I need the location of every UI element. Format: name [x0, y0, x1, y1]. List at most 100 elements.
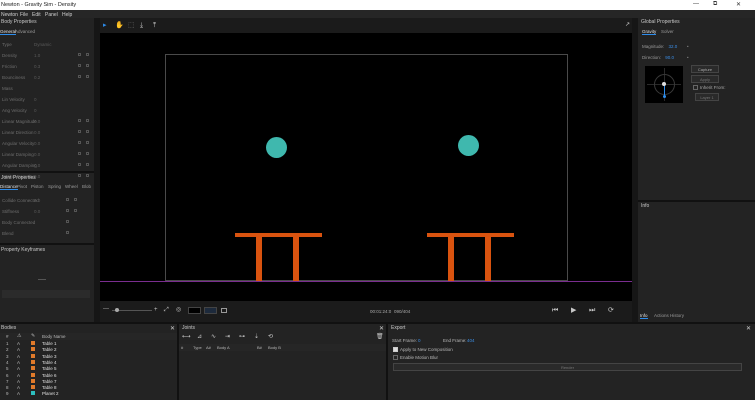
start-frame-value[interactable]: 0 [418, 338, 421, 343]
table-row[interactable]: 6 A Table 6 [0, 372, 177, 379]
prop-row[interactable]: Linear Magnitude 0.0 [0, 117, 92, 126]
menu-panel[interactable]: Panel [45, 12, 58, 18]
menu-help[interactable]: Help [62, 12, 72, 18]
gravity-handle[interactable] [663, 95, 666, 98]
reset-icon[interactable] [86, 141, 89, 144]
fit-icon[interactable]: ⤢ [164, 307, 169, 314]
end-frame-value[interactable]: 404 [467, 338, 475, 343]
tab-blob[interactable]: Blob [82, 184, 91, 189]
tab-advanced[interactable]: Advanced [15, 29, 35, 34]
reset-icon[interactable] [86, 174, 89, 177]
pivot-joint-icon[interactable]: ⊿ [197, 334, 202, 341]
table-row[interactable]: 1 A Table 1 [0, 341, 177, 347]
keyframe-toggle-icon[interactable] [66, 198, 69, 201]
tab-spring[interactable]: Spring [48, 184, 61, 189]
tab-actions-history[interactable]: Actions History [654, 313, 684, 318]
close-icon[interactable]: ✕ [736, 1, 741, 8]
keyframe-toggle-icon[interactable] [78, 119, 81, 122]
loop-icon[interactable]: ⟳ [608, 307, 614, 314]
apply-button[interactable]: Apply [691, 75, 719, 83]
frame-icon[interactable] [221, 308, 227, 313]
table-row[interactable]: 5 A Table 5 [0, 366, 177, 372]
prop-row[interactable]: Linear Direction 0.0 [0, 128, 92, 137]
tab-piston[interactable]: Piston [31, 184, 44, 189]
apply-new-comp-checkbox[interactable] [393, 347, 398, 352]
reset-icon[interactable] [86, 130, 89, 133]
tab-distance[interactable]: Distance [0, 184, 18, 190]
capture-button[interactable]: Capture [691, 65, 719, 73]
keyframe-toggle-icon[interactable] [78, 174, 81, 177]
menu-file[interactable]: File [20, 12, 28, 18]
step-back-icon[interactable]: ⏮ [552, 307, 558, 314]
play-icon[interactable]: ▶ [571, 307, 576, 314]
inherit-layer-select[interactable]: Layer 1 [695, 93, 719, 101]
pin-tool-icon[interactable]: ⤓ [140, 22, 143, 29]
keyframe-toggle-icon[interactable] [78, 152, 81, 155]
tab-solver[interactable]: Solver [661, 29, 674, 34]
keyframe-toggle-icon[interactable] [78, 130, 81, 133]
piston-joint-icon[interactable]: ⇥ [225, 334, 230, 341]
keyframe-toggle-icon[interactable] [78, 141, 81, 144]
rope-joint-icon[interactable]: ⟲ [268, 334, 273, 341]
joint-prop-row[interactable]: Blend [0, 229, 92, 238]
reset-icon[interactable] [74, 198, 77, 201]
close-icon[interactable]: ✕ [746, 325, 751, 332]
gravity-direction-widget[interactable] [645, 66, 683, 103]
keyframe-track[interactable] [2, 290, 90, 298]
prop-row[interactable]: Mass [0, 84, 92, 93]
table-body[interactable] [427, 233, 514, 281]
planet-body[interactable] [266, 137, 287, 158]
close-icon[interactable]: ✕ [170, 325, 175, 332]
prop-row[interactable]: Angular Damping 0.0 [0, 161, 92, 170]
reset-icon[interactable] [86, 75, 89, 78]
hand-tool-icon[interactable]: ✋ [115, 22, 124, 29]
reset-icon[interactable] [86, 64, 89, 67]
prop-row[interactable]: Type Dynamic [0, 40, 92, 49]
graph-toggle-icon[interactable]: ↗ [625, 22, 630, 29]
zoom-slider-handle[interactable] [115, 308, 119, 312]
keyframe-toggle-icon[interactable] [66, 231, 69, 234]
step-forward-icon[interactable]: ⏭ [589, 307, 595, 314]
prop-row[interactable]: Linear Damping 0.0 [0, 150, 92, 159]
zoom-in-icon[interactable]: + [154, 307, 158, 314]
tab-info[interactable]: Info [640, 313, 648, 319]
overlay-color-swatch[interactable] [204, 307, 217, 314]
tab-wheel[interactable]: Wheel [65, 184, 78, 189]
zoom-out-icon[interactable]: — [103, 306, 109, 312]
motion-blur-checkbox[interactable] [393, 355, 398, 360]
keyframe-toggle-icon[interactable] [78, 64, 81, 67]
background-color-swatch[interactable] [188, 307, 201, 314]
trash-icon[interactable]: 🗑 [376, 334, 384, 341]
keyframe-toggle-icon[interactable] [66, 209, 69, 212]
magnitude-reset-icon[interactable]: • [687, 44, 689, 49]
prop-row[interactable]: Density 1.0 [0, 51, 92, 60]
reset-icon[interactable] [74, 209, 77, 212]
magnitude-value[interactable]: 32.0 [669, 44, 678, 49]
table-row[interactable]: 2 A Table 2 [0, 347, 177, 353]
reset-icon[interactable] [86, 152, 89, 155]
prop-row[interactable]: Lin Velocity 0 [0, 95, 92, 104]
table-row[interactable]: 3 A Table 3 [0, 353, 177, 360]
wheel-joint-icon[interactable]: ⊶ [239, 334, 245, 341]
tab-general[interactable]: General [0, 29, 17, 35]
joint-prop-row[interactable]: Stiffness 0.0 [0, 207, 92, 216]
table-body[interactable] [235, 233, 322, 281]
spring-joint-icon[interactable]: ∿ [211, 334, 216, 341]
lift-tool-icon[interactable]: ⤒ [153, 22, 156, 29]
joint-prop-row[interactable]: Body Connected [0, 218, 92, 227]
select-tool-icon[interactable]: ▸ [103, 22, 107, 29]
tab-gravity[interactable]: Gravity [642, 29, 657, 35]
view-icon[interactable]: ◎ [176, 307, 181, 314]
prop-row[interactable]: Friction 0.3 [0, 62, 92, 71]
keyframe-toggle-icon[interactable] [66, 220, 69, 223]
table-row[interactable]: 7 A Table 7 [0, 378, 177, 385]
direction-reset-icon[interactable]: • [687, 55, 689, 60]
table-row[interactable]: 8 A Table 8 [0, 385, 177, 391]
menu-edit[interactable]: Edit [32, 12, 41, 18]
reset-icon[interactable] [86, 163, 89, 166]
restore-icon[interactable]: ⧉ [713, 1, 717, 8]
reset-icon[interactable] [86, 119, 89, 122]
direction-value[interactable]: 90.0 [665, 55, 674, 60]
table-row[interactable]: 9 A Planet 2 [0, 391, 177, 397]
keyframe-toggle-icon[interactable] [78, 75, 81, 78]
